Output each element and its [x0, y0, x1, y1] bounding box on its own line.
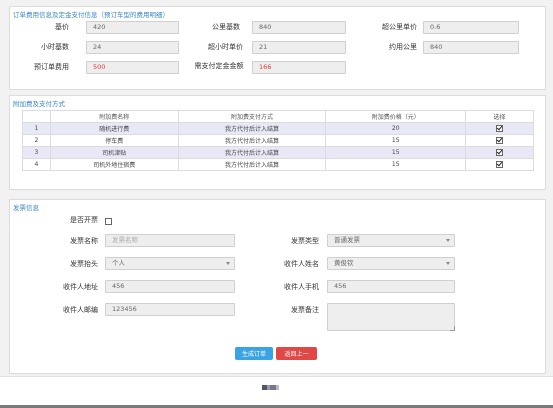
field-label: 公里基数 — [212, 23, 240, 31]
need-invoice-label: 是否开票 — [70, 216, 98, 224]
invoice-type-label: 发票类型 — [291, 237, 319, 245]
section-title: 附加费及支付方式 — [13, 100, 65, 108]
deposit-amount-field: 166 — [252, 61, 346, 74]
invoice-header-select[interactable]: 个人 — [105, 257, 235, 270]
field-label: 预订单费用 — [34, 63, 69, 71]
fee-method: 我方代付后计入结算 — [177, 134, 327, 147]
fee-name: 随机进行费 — [49, 122, 179, 135]
invoice-name-input[interactable]: 发票名称 — [105, 234, 235, 247]
table-header-row: 附加费名称 附加费支付方式 附加费价格（元） 选择 — [22, 110, 534, 123]
row-index: 4 — [22, 158, 51, 171]
select-checkbox[interactable] — [496, 125, 504, 132]
select-cell — [465, 158, 534, 171]
recipient-address-input[interactable]: 456 — [105, 280, 235, 293]
recipient-zip-input[interactable]: 123456 — [105, 303, 235, 316]
hour-base-field: 24 — [86, 41, 179, 54]
resize-handle-icon[interactable] — [450, 326, 455, 331]
field-label: 需支付定金金额 — [194, 62, 244, 70]
km-base-field: 840 — [252, 21, 346, 34]
fee-price: 15 — [325, 158, 467, 171]
order-fee-section: 订单费用信息及定金支付信息（预订车型的费用明细） 基价 420 公里基数 840… — [9, 6, 546, 90]
recipient-phone-label: 收件人手机 — [284, 283, 319, 291]
fee-price: 15 — [325, 134, 467, 147]
section-title: 订单费用信息及定金支付信息（预订车型的费用明细） — [13, 11, 169, 19]
fee-method: 我方代付后计入结算 — [177, 158, 327, 171]
extra-fee-table: 附加费名称 附加费支付方式 附加费价格（元） 选择 1 随机进行费 我方代付后计… — [22, 110, 534, 171]
recipient-address-label: 收件人地址 — [63, 283, 98, 291]
modal-panel: 订单费用信息及定金支付信息（预订车型的费用明细） 基价 420 公里基数 840… — [0, 0, 553, 405]
order-cost-field: 500 — [86, 61, 179, 74]
remark-textarea[interactable] — [327, 303, 455, 331]
column-header: 附加费支付方式 — [177, 110, 327, 123]
recipient-name-select[interactable]: 黄俊钦 — [327, 257, 455, 270]
column-header: 附加费价格（元） — [325, 110, 467, 123]
row-index: 3 — [22, 146, 51, 159]
table-row: 4 司机外地住宿费 我方代付后计入结算 15 — [22, 158, 534, 171]
recipient-phone-input[interactable]: 456 — [327, 280, 455, 293]
column-header: 附加费名称 — [49, 110, 179, 123]
select-checkbox[interactable] — [496, 149, 504, 156]
fee-method: 我方代付后计入结算 — [177, 146, 327, 159]
column-header: 选择 — [465, 110, 534, 123]
extra-km-price-field: 0.6 — [423, 21, 519, 34]
fee-name: 司机津贴 — [49, 146, 179, 159]
field-label: 小时基数 — [41, 43, 69, 51]
generate-order-button[interactable]: 生成订单 — [235, 347, 273, 360]
field-label: 超公里单价 — [382, 23, 417, 31]
extra-fee-section: 附加费及支付方式 附加费名称 附加费支付方式 附加费价格（元） 选择 1 随机进… — [9, 95, 546, 190]
footer-logo — [262, 385, 280, 390]
field-label: 超小时单价 — [208, 43, 243, 51]
recipient-name-label: 收件人姓名 — [284, 260, 319, 268]
fee-price: 20 — [325, 122, 467, 135]
chevron-down-icon — [446, 262, 450, 265]
invoice-header-label: 发票抬头 — [70, 260, 98, 268]
extra-hour-price-field: 21 — [252, 41, 346, 54]
field-label: 约用公里 — [389, 43, 417, 51]
row-index: 2 — [22, 134, 51, 147]
field-label: 基价 — [55, 23, 69, 31]
recipient-zip-label: 收件人邮编 — [63, 306, 98, 314]
select-cell — [465, 134, 534, 147]
chevron-down-icon — [226, 262, 230, 265]
invoice-type-select[interactable]: 普通发票 — [327, 234, 455, 247]
column-header — [22, 110, 51, 123]
invoice-section: 发票信息 是否开票 发票名称 发票名称 发票类型 普通发票 发票抬头 个人 收件… — [9, 199, 546, 374]
estimated-km-field: 840 — [423, 41, 519, 54]
page-footer — [0, 376, 553, 405]
select-checkbox[interactable] — [496, 137, 504, 144]
table-row: 2 停车费 我方代付后计入结算 15 — [22, 134, 534, 147]
select-cell — [465, 122, 534, 135]
need-invoice-checkbox[interactable] — [105, 218, 112, 225]
invoice-type-value: 普通发票 — [334, 236, 360, 244]
remark-label: 发票备注 — [291, 306, 319, 314]
recipient-name-value: 黄俊钦 — [334, 259, 354, 267]
table-row: 3 司机津贴 我方代付后计入结算 15 — [22, 146, 534, 159]
fee-method: 我方代付后计入结算 — [177, 122, 327, 135]
select-cell — [465, 146, 534, 159]
chevron-down-icon — [446, 239, 450, 242]
invoice-header-value: 个人 — [112, 259, 125, 267]
back-button[interactable]: 返回上一步 — [276, 347, 317, 371]
section-title: 发票信息 — [13, 204, 39, 212]
select-checkbox[interactable] — [496, 161, 504, 168]
fee-name: 司机外地住宿费 — [49, 158, 179, 171]
table-row: 1 随机进行费 我方代付后计入结算 20 — [22, 122, 534, 135]
row-index: 1 — [22, 122, 51, 135]
fee-price: 15 — [325, 146, 467, 159]
fee-name: 停车费 — [49, 134, 179, 147]
invoice-name-label: 发票名称 — [70, 237, 98, 245]
base-price-field: 420 — [86, 21, 179, 34]
